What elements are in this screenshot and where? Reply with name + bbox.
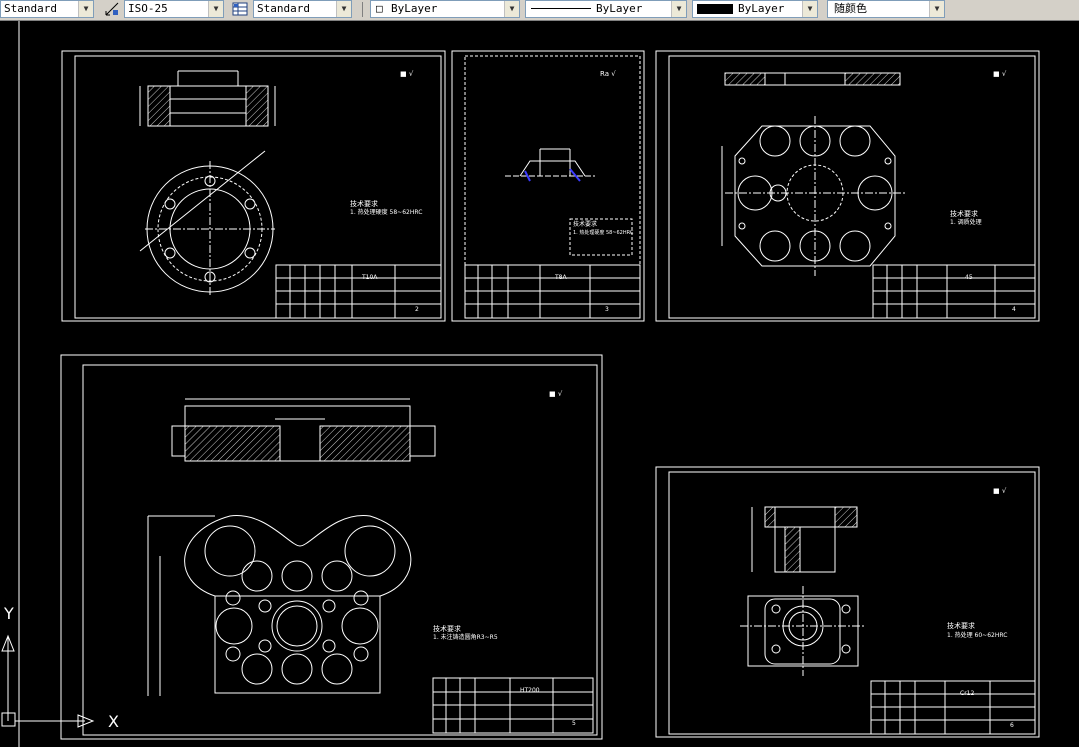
chevron-down-icon[interactable]: ▼: [208, 1, 223, 17]
chevron-down-icon[interactable]: ▼: [78, 1, 93, 17]
dimension-style-icon[interactable]: [104, 1, 120, 17]
roughness-symbol: ■ √: [549, 390, 563, 398]
material-text: 45: [965, 274, 973, 281]
insert-section-view: [751, 506, 858, 573]
plot-style-combo[interactable]: 随颜色 ▼: [827, 0, 945, 18]
tech-req-title: 技术要求: [573, 220, 597, 228]
dim-style-value: ISO-25: [128, 2, 168, 15]
model-space: ■ √ 技术要求 1. 热处理硬度 58~62HRC T10A 2 Ra √ 技…: [1, 21, 1040, 747]
plate-section-view: [724, 72, 901, 86]
sheet-number: 5: [572, 720, 576, 727]
tech-req-title: 技术要求: [433, 624, 461, 633]
plate-plan-view: [721, 116, 905, 276]
layer-color-swatch: □: [376, 2, 383, 15]
title-block: [872, 264, 1036, 319]
drawing-canvas[interactable]: ■ √ 技术要求 1. 热处理硬度 58~62HRC T10A 2 Ra √ 技…: [0, 21, 1079, 747]
styles-toolbar: Standard ▼ ISO-25 ▼ Standard ▼ □ ByLayer…: [0, 0, 1079, 21]
lineweight-value: ByLayer: [738, 2, 785, 15]
drawing-sheet-2[interactable]: Ra √ 技术要求 1. 热处理硬度 58~62HRC T8A 3: [451, 50, 645, 322]
table-style-value: Standard: [257, 2, 310, 15]
sheet-border: [655, 50, 1040, 322]
die-base-section-view: [171, 398, 436, 462]
plot-style-value: 随颜色: [834, 2, 867, 15]
tech-req-note: 1. 热处理硬度 58~62HRC: [350, 208, 422, 216]
title-block: [464, 264, 641, 319]
material-text: T10A: [361, 274, 378, 281]
drawing-sheet-3[interactable]: ■ √ 技术要求 1. 调质处理 45 4: [655, 50, 1040, 322]
tech-req-title: 技术要求: [350, 199, 378, 208]
lineweight-combo[interactable]: ByLayer ▼: [692, 0, 818, 18]
material-text: Cr12: [960, 690, 974, 697]
plan-view: [139, 150, 275, 297]
drawing-sheet-4[interactable]: ■ √ 技术要求 1. 未注铸造圆角R3~R5 HT200 5: [60, 354, 603, 740]
punch-profile-view: [505, 148, 595, 182]
drawing-sheet-5[interactable]: ■ √ 技术要求 1. 热处理 60~62HRC Cr12 6: [655, 466, 1040, 738]
drawing-sheet-1[interactable]: ■ √ 技术要求 1. 热处理硬度 58~62HRC T10A 2: [61, 50, 446, 322]
chevron-down-icon[interactable]: ▼: [671, 1, 686, 17]
roughness-symbol: ■ √: [400, 70, 414, 78]
tech-req-title: 技术要求: [947, 621, 975, 630]
linetype-combo[interactable]: ByLayer ▼: [525, 0, 687, 18]
sheet-number: 3: [605, 306, 609, 313]
layer-combo[interactable]: □ ByLayer ▼: [370, 0, 520, 18]
title-block: [432, 677, 594, 734]
roughness-symbol: ■ √: [993, 70, 1007, 78]
insert-plan-view: [740, 586, 865, 676]
section-view: [139, 70, 276, 127]
roughness-symbol: Ra √: [600, 70, 616, 78]
chevron-down-icon[interactable]: ▼: [929, 1, 944, 17]
table-style-icon[interactable]: [232, 1, 248, 17]
text-style-combo[interactable]: Standard ▼: [0, 0, 94, 18]
linetype-value: ByLayer: [596, 2, 643, 15]
tech-req-note: 1. 未注铸造圆角R3~R5: [433, 633, 498, 641]
chevron-down-icon[interactable]: ▼: [504, 1, 519, 17]
roughness-symbol: ■ √: [993, 487, 1007, 495]
die-base-plan-view: [147, 515, 412, 696]
tech-req-note: 1. 调质处理: [950, 218, 982, 226]
tech-req-note: 1. 热处理硬度 58~62HRC: [573, 229, 634, 236]
material-text: T8A: [554, 274, 567, 281]
text-style-value: Standard: [4, 2, 57, 15]
toolbar-separator: [362, 2, 363, 17]
dim-style-combo[interactable]: ISO-25 ▼: [124, 0, 224, 18]
chevron-down-icon[interactable]: ▼: [336, 1, 351, 17]
material-text: HT200: [520, 687, 540, 694]
sheet-frame: [464, 55, 641, 319]
sheet-number: 6: [1010, 722, 1014, 729]
sheet-border: [451, 50, 645, 322]
tech-req-note: 1. 热处理 60~62HRC: [947, 631, 1007, 639]
chevron-down-icon[interactable]: ▼: [802, 1, 817, 17]
ucs-y-label: Y: [3, 604, 14, 623]
ucs-x-label: X: [108, 712, 119, 731]
sheet-number: 4: [1012, 306, 1016, 313]
sheet-frame: [668, 55, 1036, 319]
linetype-preview: [531, 8, 591, 9]
sheet-border: [60, 354, 603, 740]
table-style-combo[interactable]: Standard ▼: [253, 0, 352, 18]
tech-req-title: 技术要求: [950, 209, 978, 218]
layer-value: ByLayer: [391, 2, 438, 15]
lineweight-preview: [697, 4, 733, 14]
sheet-number: 2: [415, 306, 419, 313]
